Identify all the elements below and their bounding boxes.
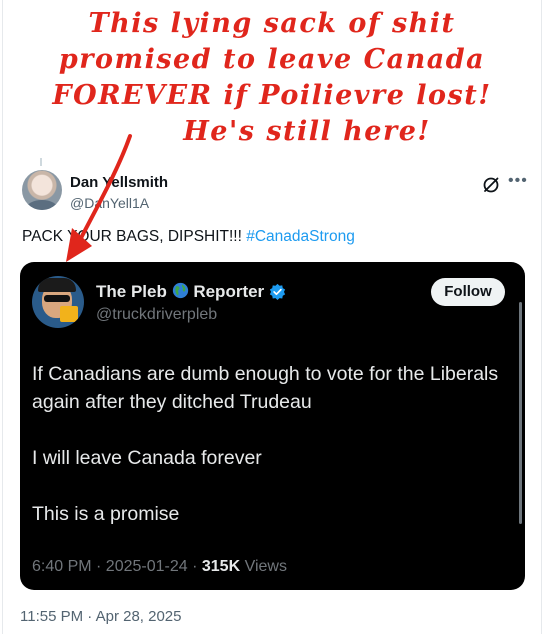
annotation-line-4: He's still here!	[183, 116, 431, 147]
red-annotation: This lying sack of shit promised to leav…	[0, 0, 544, 150]
verified-icon	[269, 283, 286, 300]
avatar[interactable]	[22, 170, 62, 210]
author-handle[interactable]: @DanYell1A	[70, 195, 149, 211]
quoted-tweet-card[interactable]: The Pleb Reporter @truckdriverpleb Follo…	[20, 262, 525, 590]
quoted-author-handle[interactable]: @truckdriverpleb	[96, 306, 217, 324]
globe-icon	[172, 282, 188, 299]
post-timestamp[interactable]: 11:55 PM · Apr 28, 2025	[20, 608, 182, 625]
hashtag-link[interactable]: #CanadaStrong	[246, 228, 355, 245]
quoted-timestamp[interactable]: 6:40 PM · 2025-01-24 ·	[32, 558, 202, 575]
grok-icon[interactable]	[482, 176, 500, 194]
quoted-author-name[interactable]: The Pleb Reporter	[96, 282, 286, 302]
quoted-name-part1: The Pleb	[96, 282, 167, 301]
follow-button[interactable]: Follow	[431, 278, 505, 306]
quoted-tweet-text: If Canadians are dumb enough to vote for…	[32, 360, 502, 528]
quoted-tweet-meta: 6:40 PM · 2025-01-24 · 315K Views	[32, 558, 287, 576]
quoted-text-line-3: This is a promise	[32, 503, 180, 525]
annotation-line-1: This lying sack of shit	[88, 8, 456, 39]
quoted-text-line-2: I will leave Canada forever	[32, 447, 262, 469]
post-text-body: PACK YOUR BAGS, DIPSHIT!!!	[22, 228, 242, 245]
views-count: 315K	[201, 558, 241, 575]
author-name[interactable]: Dan Yellsmith	[70, 174, 168, 191]
views-label: Views	[240, 558, 287, 575]
more-icon[interactable]: •••	[508, 172, 528, 190]
annotation-line-3: FOREVER if Poilievre lost!	[52, 80, 492, 111]
annotation-line-2: promised to leave Canada	[58, 44, 486, 75]
scrollbar[interactable]	[519, 302, 522, 524]
quoted-name-part2: Reporter	[193, 282, 265, 301]
quoted-text-line-1: If Canadians are dumb enough to vote for…	[32, 363, 499, 413]
quoted-avatar[interactable]	[32, 276, 84, 328]
thread-line	[40, 158, 42, 166]
post-text: PACK YOUR BAGS, DIPSHIT!!! #CanadaStrong	[22, 228, 355, 246]
